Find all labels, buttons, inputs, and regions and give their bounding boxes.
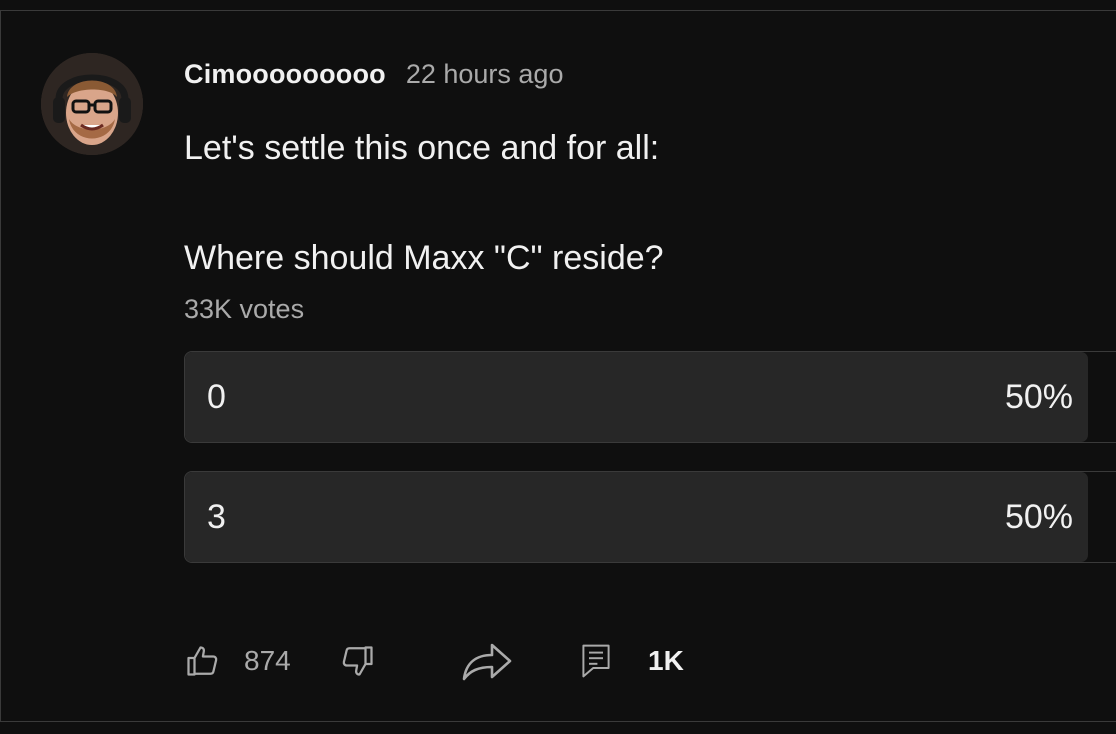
poll-option[interactable]: 3 50%	[184, 471, 1116, 563]
like-button[interactable]: 874	[184, 631, 291, 691]
action-bar: 874 1K	[184, 631, 784, 691]
comment-count: 1K	[648, 645, 684, 676]
poll-result-bar	[185, 352, 1088, 442]
poll-option-percent: 50%	[1004, 498, 1073, 536]
author-name[interactable]: Cimooooooooo	[184, 59, 386, 90]
poll-result-bar	[185, 472, 1088, 562]
like-count: 874	[244, 645, 291, 676]
vote-count: 33K votes	[184, 294, 305, 324]
avatar-image	[41, 53, 143, 155]
thumbs-down-icon	[342, 646, 373, 676]
thumbs-up-icon	[187, 646, 218, 676]
community-post-card: Cimooooooooo 22 hours ago Let's settle t…	[0, 10, 1116, 722]
post-header: Cimooooooooo 22 hours ago	[184, 59, 563, 90]
poll-option-label: 0	[207, 378, 226, 416]
share-icon	[462, 643, 512, 681]
share-button[interactable]	[462, 631, 514, 691]
poll-option-label: 3	[207, 498, 226, 536]
post-timestamp[interactable]: 22 hours ago	[406, 59, 564, 90]
poll-option-percent: 50%	[1004, 378, 1073, 416]
comment-icon	[582, 644, 610, 678]
poll-option[interactable]: 0 50%	[184, 351, 1116, 443]
comments-button[interactable]: 1K	[582, 631, 684, 691]
dislike-button[interactable]	[340, 631, 376, 691]
avatar[interactable]	[41, 53, 143, 155]
post-text: Let's settle this once and for all: Wher…	[184, 129, 664, 277]
